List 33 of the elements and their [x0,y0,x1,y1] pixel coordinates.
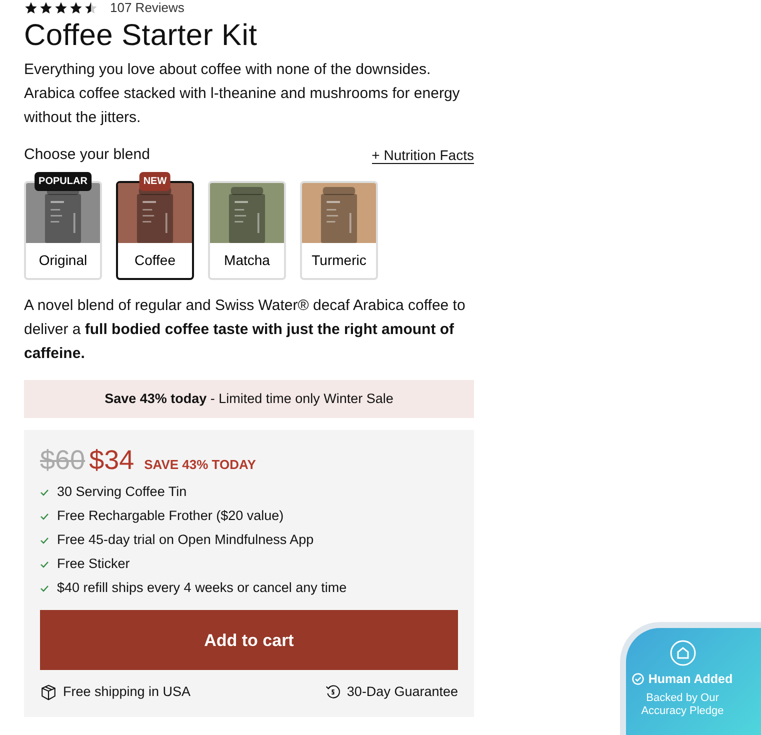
box-icon [40,684,57,701]
feature-text: Free 45-day trial on Open Mindfulness App [57,531,314,550]
check-icon [40,512,49,520]
blend-description: A novel blend of regular and Swiss Water® decaf Arabica coffee to deliver a full bodied coffee taste with just the right amount of caffeine. [24,296,466,364]
blend-tag: NEW [139,172,171,190]
feature-text: Free Rechargable Frother ($20 value) [57,507,284,526]
perk-text: Free shipping in USA [63,683,191,702]
refund-icon [324,684,341,700]
product-title: Coffee Starter Kit [24,18,258,54]
check-icon [40,560,49,568]
blend-tag: POPULAR [34,172,92,190]
blend-option[interactable]: Turmeric [300,180,378,280]
original-price: $60 [40,444,86,477]
product-description: Everything you love about coffee with none of the downsides. Arabica coffee stacked with l-theanine and mushrooms for energy without the jitters. [24,60,461,128]
sale-banner: Save 43% today - Limited time only Winter Sale [24,380,474,418]
verified-icon [632,673,644,686]
check-icon [40,488,49,496]
discount-label: SAVE 43% TODAY [144,456,256,474]
check-icon [40,584,49,592]
feature-text: 30 Serving Coffee Tin [57,483,187,502]
add-to-cart-button[interactable]: Add to cart [40,610,458,670]
nutrition-link[interactable]: + Nutrition Facts [372,146,474,164]
blend-option[interactable]: Matcha [208,180,286,280]
check-icon [40,536,49,544]
blend-label: Choose your blend [24,145,150,165]
pledge-title: Human Added [648,671,733,688]
house-icon [670,640,696,666]
review-count[interactable]: 107 Reviews [110,0,184,18]
feature-text: Free Sticker [57,555,130,574]
feature-text: $40 refill ships every 4 weeks or cancel any time [57,579,347,598]
pledge-text: Backed by Our Accuracy Pledge [640,692,725,718]
sale-price: $34 [89,444,134,477]
perk-text: 30-Day Guarantee [346,683,458,702]
